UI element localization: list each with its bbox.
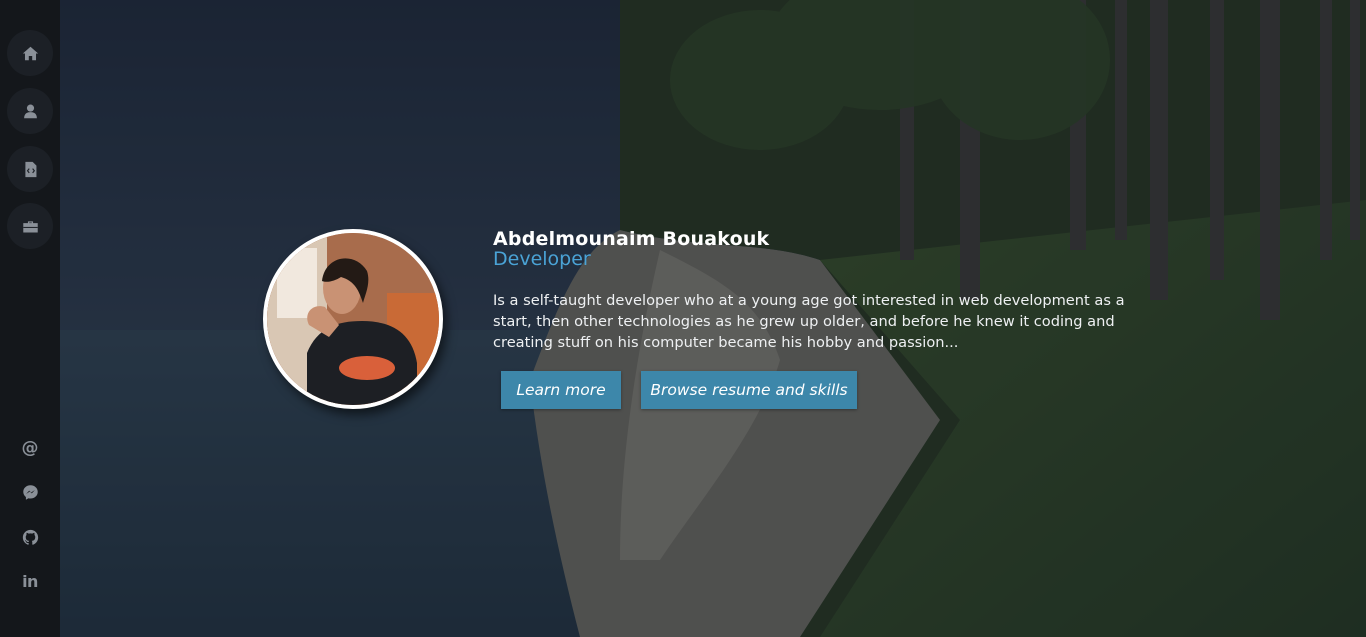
profile-avatar (263, 229, 443, 409)
github-icon (22, 529, 38, 545)
github-link[interactable] (10, 517, 50, 557)
email-link[interactable]: @ (10, 428, 50, 468)
home-icon (22, 46, 38, 60)
user-icon (23, 104, 37, 118)
code-file-icon (24, 161, 36, 177)
browse-resume-button[interactable]: Browse resume and skills (641, 371, 857, 409)
portrait-image (267, 233, 439, 405)
at-icon: @ (21, 438, 39, 458)
nav-home-button[interactable] (7, 30, 53, 76)
learn-more-button[interactable]: Learn more (501, 371, 621, 409)
sidebar: @ in (0, 0, 60, 637)
nav-resume-button[interactable] (7, 146, 53, 192)
linkedin-link[interactable]: in (10, 561, 50, 601)
profile-bio: Is a self-taught developer who at a youn… (493, 292, 1125, 351)
linkedin-icon: in (22, 571, 38, 591)
profile-role: Developer (493, 248, 591, 270)
briefcase-icon (22, 220, 38, 232)
nav-portfolio-button[interactable] (7, 203, 53, 249)
nav-about-button[interactable] (7, 88, 53, 134)
messenger-icon (22, 484, 38, 500)
profile-name: Abdelmounaim Bouakouk (493, 228, 770, 250)
messenger-link[interactable] (10, 472, 50, 512)
